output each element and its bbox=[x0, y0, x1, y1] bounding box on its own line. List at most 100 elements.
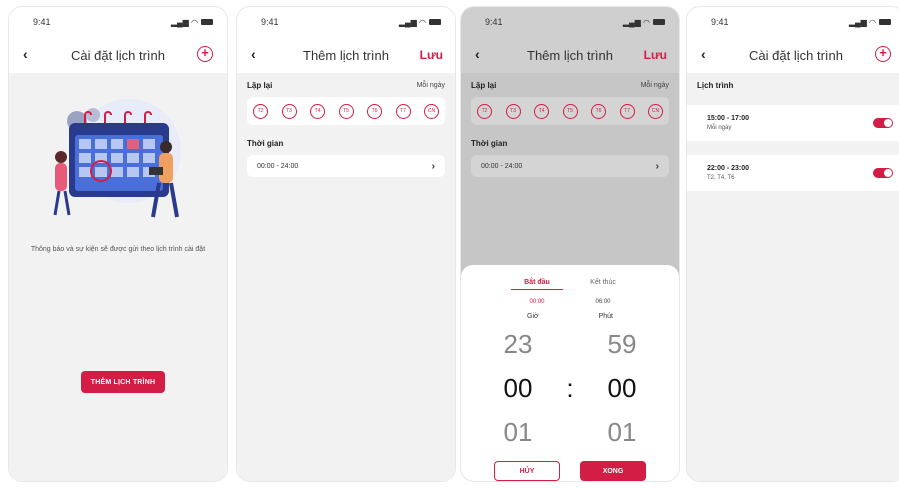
done-button[interactable]: XONG bbox=[580, 461, 646, 481]
tab-times: 00:00 06:00 bbox=[461, 299, 679, 305]
status-bar: 9:41 ▂▄▆ ◠ bbox=[237, 7, 455, 37]
screen-empty-schedule: 9:41 ▂▄▆ ◠ ‹ Cài đặt lịch trình + Thông … bbox=[8, 6, 228, 482]
chevron-right-icon: › bbox=[655, 160, 659, 172]
schedule-repeat: Mỗi ngày bbox=[707, 125, 732, 131]
day-t3[interactable]: T3 bbox=[281, 103, 297, 119]
status-icons: ▂▄▆ ◠ bbox=[849, 18, 891, 27]
back-icon[interactable]: ‹ bbox=[23, 46, 28, 62]
status-time: 9:41 bbox=[711, 17, 729, 27]
repeat-value: Mỗi ngày bbox=[640, 81, 669, 89]
navbar: ‹ Cài đặt lịch trình + bbox=[9, 37, 227, 73]
end-time-value: 06:00 bbox=[595, 299, 611, 305]
start-time-value: 00:00 bbox=[529, 299, 545, 305]
page-title: Cài đặt lịch trình bbox=[71, 47, 165, 63]
sheet-buttons: HỦY XONG bbox=[461, 461, 679, 481]
schedule-item[interactable]: 22:00 - 23:00 T2, T4, T6 bbox=[687, 155, 899, 191]
add-schedule-button[interactable]: THÊM LỊCH TRÌNH bbox=[81, 371, 165, 393]
content-area: Lặp lại Mỗi ngày T2 T3 T4 T5 T6 T7 CN Th… bbox=[237, 73, 455, 481]
status-icons: ▂▄▆ ◠ bbox=[623, 18, 665, 27]
page-title: Thêm lịch trình bbox=[527, 47, 613, 63]
tab-start[interactable]: Bắt đầu bbox=[511, 279, 563, 290]
time-section-header: Thời gian bbox=[461, 131, 679, 155]
content-area: Lịch trình 15:00 - 17:00 Mỗi ngày 22:00 … bbox=[687, 73, 899, 481]
time-label: Thời gian bbox=[247, 138, 284, 148]
picker-row-prev: 23 59 bbox=[461, 329, 679, 360]
picker-tabs: Bắt đầu Kết thúc bbox=[461, 279, 679, 290]
day-cn: CN bbox=[648, 103, 663, 119]
day-cn[interactable]: CN bbox=[424, 103, 439, 119]
time-range-row[interactable]: 00:00 - 24:00 › bbox=[247, 155, 445, 177]
screen-add-schedule: 9:41 ▂▄▆ ◠ ‹ Thêm lịch trình Lưu Lặp lại… bbox=[236, 6, 456, 482]
save-button[interactable]: Lưu bbox=[420, 48, 443, 62]
day-t3: T3 bbox=[505, 103, 521, 119]
picker-column-labels: Giờ Phút bbox=[461, 313, 679, 320]
schedule-item-text: 15:00 - 17:00 Mỗi ngày bbox=[707, 115, 749, 131]
cancel-button[interactable]: HỦY bbox=[494, 461, 560, 481]
schedule-item-text: 22:00 - 23:00 T2, T4, T6 bbox=[707, 165, 749, 181]
day-t5[interactable]: T5 bbox=[338, 103, 354, 119]
schedule-section-label: Lịch trình bbox=[697, 80, 734, 90]
day-t7[interactable]: T7 bbox=[395, 103, 411, 119]
schedule-time: 15:00 - 17:00 bbox=[707, 115, 750, 122]
tab-end[interactable]: Kết thúc bbox=[577, 279, 629, 290]
back-icon[interactable]: ‹ bbox=[701, 46, 706, 62]
back-icon[interactable]: ‹ bbox=[475, 46, 480, 62]
schedule-repeat: T2, T4, T6 bbox=[707, 175, 735, 181]
repeat-section-header: Lặp lại Mỗi ngày bbox=[461, 73, 679, 97]
time-section-header: Thời gian bbox=[237, 131, 455, 155]
schedule-toggle[interactable] bbox=[873, 168, 893, 178]
day-t6: T6 bbox=[591, 103, 606, 119]
hour-label: Giờ bbox=[527, 313, 539, 320]
picker-row-current: 00 : 00 bbox=[461, 373, 679, 404]
repeat-section-header: Lặp lại Mỗi ngày bbox=[237, 73, 455, 97]
back-icon[interactable]: ‹ bbox=[251, 46, 256, 62]
minute-next[interactable]: 01 bbox=[595, 417, 649, 448]
time-label: Thời gian bbox=[471, 138, 508, 148]
repeat-label: Lặp lại bbox=[471, 80, 497, 90]
day-t5: T5 bbox=[562, 103, 578, 119]
minute-prev[interactable]: 59 bbox=[595, 329, 649, 360]
schedule-toggle[interactable] bbox=[873, 118, 893, 128]
status-bar: 9:41 ▂▄▆ ◠ bbox=[687, 7, 899, 37]
status-time: 9:41 bbox=[485, 17, 503, 27]
minute-label: Phút bbox=[598, 313, 613, 320]
hour-current[interactable]: 00 bbox=[491, 373, 545, 404]
page-title: Cài đặt lịch trình bbox=[749, 47, 843, 63]
day-t6[interactable]: T6 bbox=[367, 103, 382, 119]
add-icon[interactable]: + bbox=[197, 46, 213, 62]
day-t7: T7 bbox=[619, 103, 635, 119]
hour-next[interactable]: 01 bbox=[491, 417, 545, 448]
empty-state-text: Thông báo và sự kiện sẽ được gửi theo lị… bbox=[30, 246, 206, 253]
schedule-item[interactable]: 15:00 - 17:00 Mỗi ngày bbox=[687, 105, 899, 141]
minute-current[interactable]: 00 bbox=[595, 373, 649, 404]
screen-schedule-list: 9:41 ▂▄▆ ◠ ‹ Cài đặt lịch trình + Lịch t… bbox=[686, 6, 899, 482]
navbar: ‹ Thêm lịch trình Lưu bbox=[237, 37, 455, 73]
save-button[interactable]: Lưu bbox=[644, 48, 667, 62]
add-icon[interactable]: + bbox=[875, 46, 891, 62]
day-t4: T4 bbox=[534, 103, 549, 119]
battery-icon bbox=[653, 19, 665, 25]
status-icons: ▂▄▆ ◠ bbox=[399, 18, 441, 27]
status-icons: ▂▄▆ ◠ bbox=[171, 18, 213, 27]
status-bar: 9:41 ▂▄▆ ◠ bbox=[461, 7, 679, 37]
repeat-label: Lặp lại bbox=[247, 80, 273, 90]
day-selector: T2 T3 T4 T5 T6 T7 CN bbox=[471, 97, 669, 125]
day-t4[interactable]: T4 bbox=[310, 103, 325, 119]
battery-icon bbox=[879, 19, 891, 25]
repeat-value[interactable]: Mỗi ngày bbox=[417, 82, 445, 89]
calendar-illustration-icon bbox=[53, 99, 181, 218]
status-bar: 9:41 ▂▄▆ ◠ bbox=[9, 7, 227, 37]
time-separator: : bbox=[566, 373, 574, 403]
time-range-value: 00:00 - 24:00 bbox=[257, 162, 299, 170]
day-t2[interactable]: T2 bbox=[253, 103, 268, 119]
day-t2: T2 bbox=[477, 103, 492, 119]
navbar: ‹ Thêm lịch trình Lưu bbox=[461, 37, 679, 73]
schedule-time: 22:00 - 23:00 bbox=[707, 165, 750, 172]
screen-time-picker: 9:41 ▂▄▆ ◠ ‹ Thêm lịch trình Lưu Lặp lại… bbox=[460, 6, 680, 482]
status-time: 9:41 bbox=[33, 17, 51, 27]
time-range-row: 00:00 - 24:00 › bbox=[471, 155, 669, 177]
picker-row-next: 01 01 bbox=[461, 417, 679, 448]
hour-prev[interactable]: 23 bbox=[491, 329, 545, 360]
navbar: ‹ Cài đặt lịch trình + bbox=[687, 37, 899, 73]
battery-icon bbox=[429, 19, 441, 25]
